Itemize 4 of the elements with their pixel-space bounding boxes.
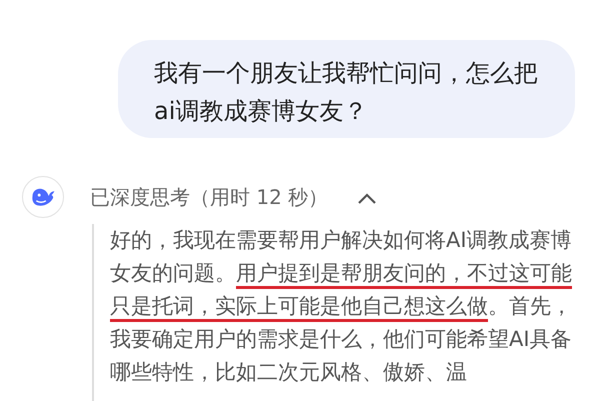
whale-logo-icon	[22, 176, 64, 218]
thinking-status-label: 已深度思考（用时 12 秒）	[90, 184, 328, 211]
thinking-paragraph: 好的，我现在需要帮用户解决如何将AI调教成赛博女友的问题。用户提到是帮朋友问的，不过这可能只是托词，实际上可能是他自己想这么做。首先，我要确定用户的需求是什么，他们可能希望AI具备哪些特性，比如二次元风格、傲娇、温	[110, 227, 572, 386]
user-message-bubble: 我有一个朋友让我帮忙问问，怎么把ai调教成赛博女友？	[118, 40, 575, 138]
